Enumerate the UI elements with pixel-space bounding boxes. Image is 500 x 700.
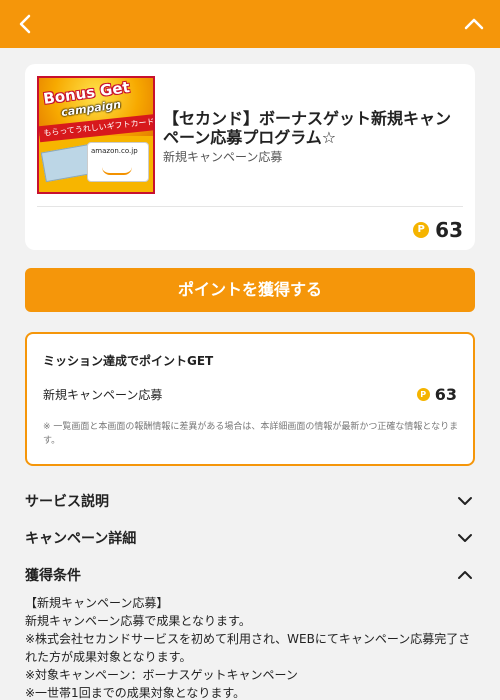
mission-item-label: 新規キャンペーン応募 — [43, 388, 163, 402]
conditions-details: 【新規キャンペーン応募】 新規キャンペーン応募で成果となります。 ※株式会社セカ… — [25, 594, 475, 700]
conditions-line: 【新規キャンペーン応募】 — [25, 596, 169, 610]
chevron-up-icon[interactable] — [462, 12, 486, 36]
conditions-line: ※一世帯1回までの成果対象となります。 — [25, 686, 246, 700]
accordion-conditions[interactable]: 獲得条件 — [25, 564, 475, 586]
offer-card: Bonus Get campaign もらってうれしいギフトカード amazon… — [25, 64, 475, 250]
conditions-line: ※対象キャンペーン：ボーナスゲットキャンペーン — [25, 668, 298, 682]
accordion-service[interactable]: サービス説明 — [25, 490, 475, 512]
offer-points: P 63 — [413, 218, 463, 242]
accordion-campaign-label: キャンペーン詳細 — [25, 531, 137, 547]
point-coin-icon: P — [416, 388, 430, 401]
accordion-service-label: サービス説明 — [25, 494, 109, 510]
offer-points-value: 63 — [435, 218, 463, 242]
thumbnail-smile — [102, 167, 132, 175]
mission-box: ミッション達成でポイントGET 新規キャンペーン応募 P 63 ※ 一覧画面と本… — [25, 332, 475, 466]
conditions-line: 新規キャンペーン応募で成果となります。 — [25, 614, 251, 628]
mission-item-points: P 63 — [416, 385, 457, 404]
chevron-up-icon — [458, 571, 472, 579]
mission-points-value: 63 — [434, 385, 457, 404]
get-points-button[interactable]: ポイントを獲得する — [25, 268, 475, 312]
mission-note: ※ 一覧画面と本画面の報酬情報に差異がある場合は、本詳細画面の情報が最新かつ正確… — [43, 422, 459, 446]
card-divider — [37, 206, 463, 207]
offer-title: 【セカンド】ボーナスゲット新規キャンペーン応募プログラム☆ — [163, 109, 452, 147]
accordion-campaign[interactable]: キャンペーン詳細 — [25, 527, 475, 549]
mission-title: ミッション達成でポイントGET — [43, 354, 214, 368]
conditions-line: ※株式会社セカンドサービスを初めて利用され、WEBにてキャンペーン応募完了さ — [25, 632, 471, 646]
chevron-down-icon — [458, 534, 472, 542]
top-bar — [0, 0, 500, 48]
offer-thumbnail: Bonus Get campaign もらってうれしいギフトカード amazon… — [37, 76, 155, 194]
chevron-down-icon — [458, 497, 472, 505]
chevron-left-icon[interactable] — [14, 12, 38, 36]
point-coin-icon: P — [413, 222, 430, 238]
thumbnail-giftcard: amazon.co.jp — [87, 142, 149, 182]
thumbnail-brand: amazon.co.jp — [91, 147, 138, 155]
offer-subtitle: 新規キャンペーン応募 — [163, 150, 283, 164]
accordion-conditions-label: 獲得条件 — [25, 568, 81, 584]
conditions-line: れた方が成果対象となります。 — [25, 650, 192, 664]
